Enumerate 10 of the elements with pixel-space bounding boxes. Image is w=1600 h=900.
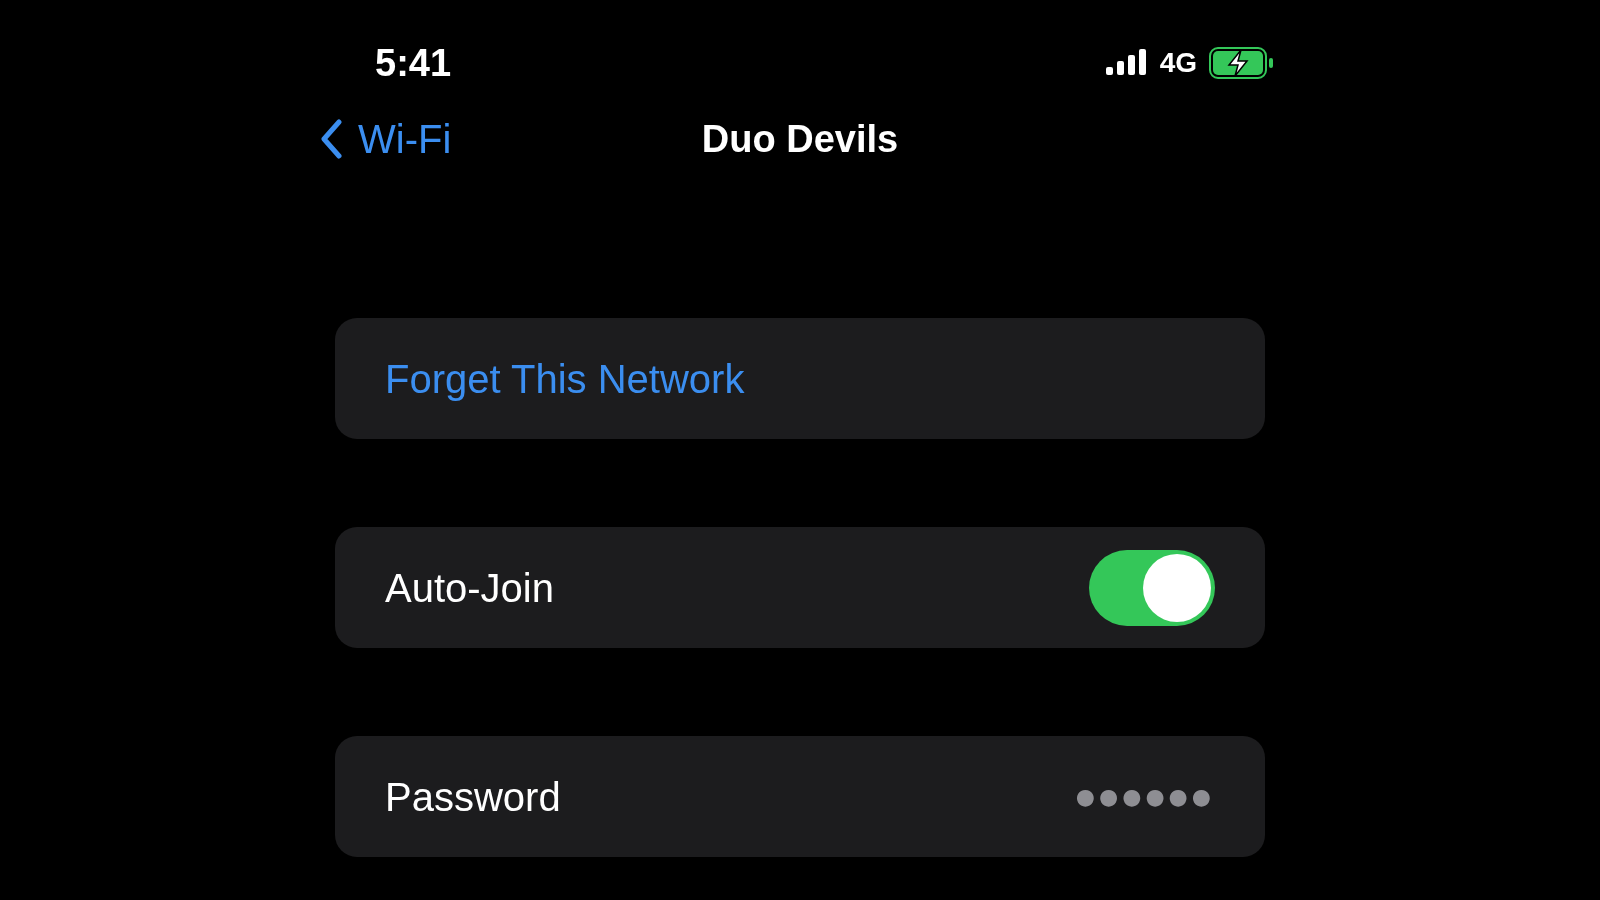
- chevron-left-icon: [320, 119, 342, 159]
- back-button[interactable]: Wi-Fi: [320, 109, 452, 169]
- status-time: 5:41: [375, 40, 452, 86]
- signal-icon: [1105, 49, 1148, 77]
- page-title: Duo Devils: [701, 116, 899, 162]
- auto-join-label: Auto-Join: [385, 564, 554, 612]
- password-value: ●●●●●●: [1075, 783, 1215, 811]
- password-label: Password: [385, 773, 561, 821]
- network-type: 4G: [1159, 46, 1197, 80]
- forget-network-button[interactable]: Forget This Network: [335, 318, 1265, 439]
